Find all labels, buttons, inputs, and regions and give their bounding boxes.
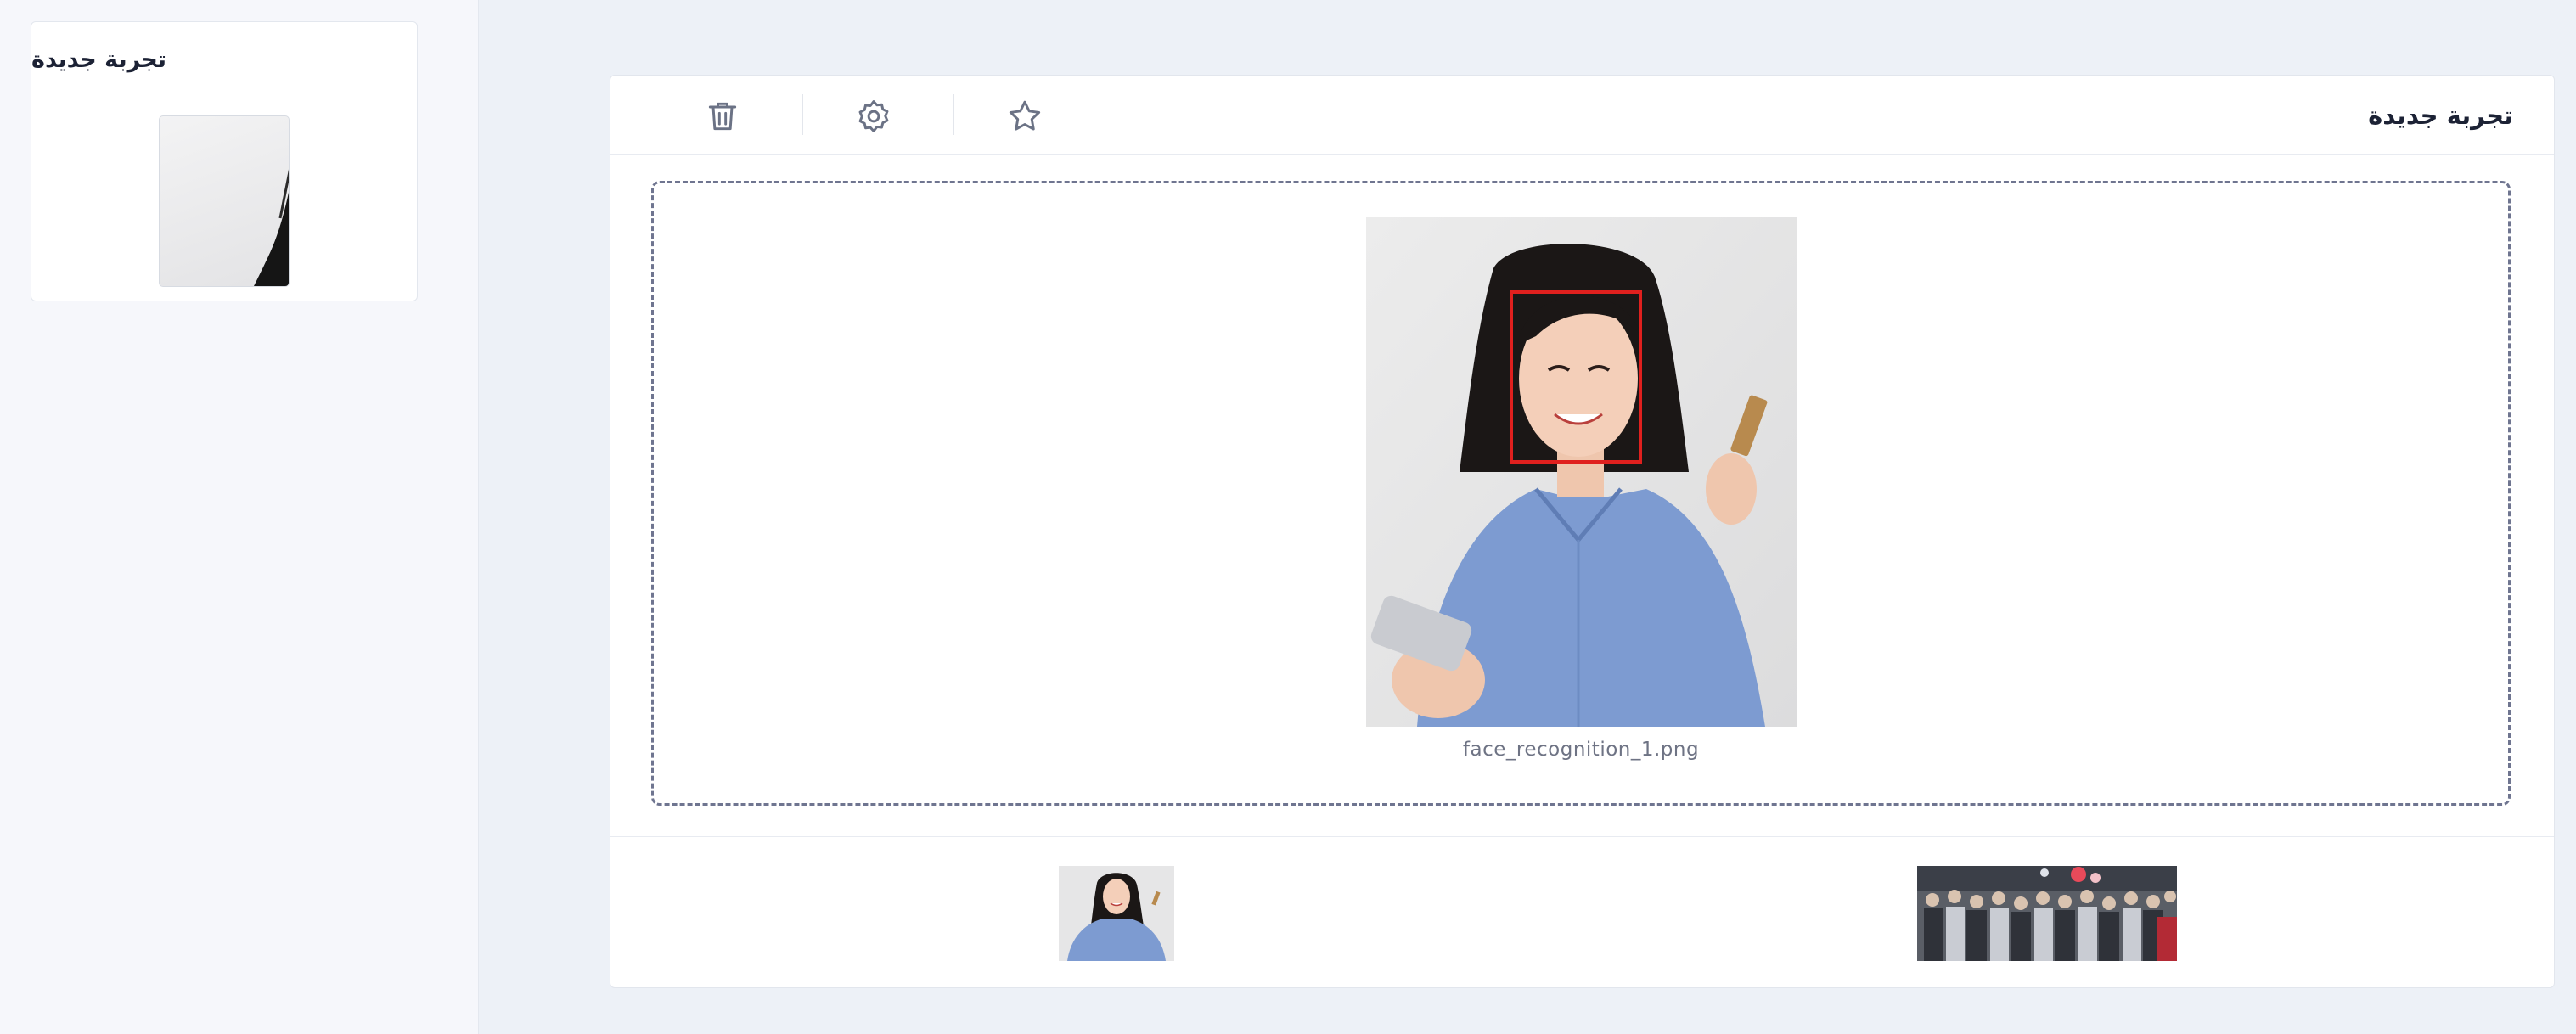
face-detection-box bbox=[1510, 290, 1642, 464]
settings-button[interactable] bbox=[846, 93, 901, 140]
star-icon bbox=[1009, 100, 1041, 131]
favorite-button[interactable] bbox=[998, 93, 1052, 140]
history-card[interactable]: تجربة جديدة bbox=[31, 21, 418, 301]
sample-images-strip bbox=[610, 836, 2554, 989]
portrait-thumbnail-image bbox=[1059, 866, 1174, 961]
analyzed-image bbox=[1366, 217, 1797, 727]
page-title: تجربة جديدة bbox=[2368, 101, 2513, 130]
image-filename: face_recognition_1.png bbox=[1462, 739, 1700, 761]
toolbar-divider bbox=[953, 94, 954, 135]
history-card-title: تجربة جديدة bbox=[31, 47, 167, 73]
sample-thumbnail-portrait[interactable] bbox=[1059, 866, 1174, 961]
delete-button[interactable] bbox=[695, 93, 750, 140]
gear-icon bbox=[858, 100, 889, 132]
image-dropzone[interactable]: face_recognition_1.png bbox=[651, 181, 2511, 806]
crowd-thumbnail-image bbox=[1917, 866, 2177, 961]
sample-thumbnail-crowd[interactable] bbox=[1917, 866, 2177, 961]
trash-icon bbox=[708, 102, 737, 131]
history-card-header: تجربة جديدة bbox=[31, 22, 417, 98]
experiment-panel: تجربة جديدة face_recognition_1.png bbox=[610, 75, 2555, 988]
panel-header: تجربة جديدة bbox=[610, 76, 2554, 155]
history-thumbnail-image bbox=[253, 169, 289, 286]
sidebar: تجربة جديدة bbox=[0, 0, 479, 1034]
toolbar-divider bbox=[802, 94, 803, 135]
history-thumbnail[interactable] bbox=[159, 115, 290, 287]
